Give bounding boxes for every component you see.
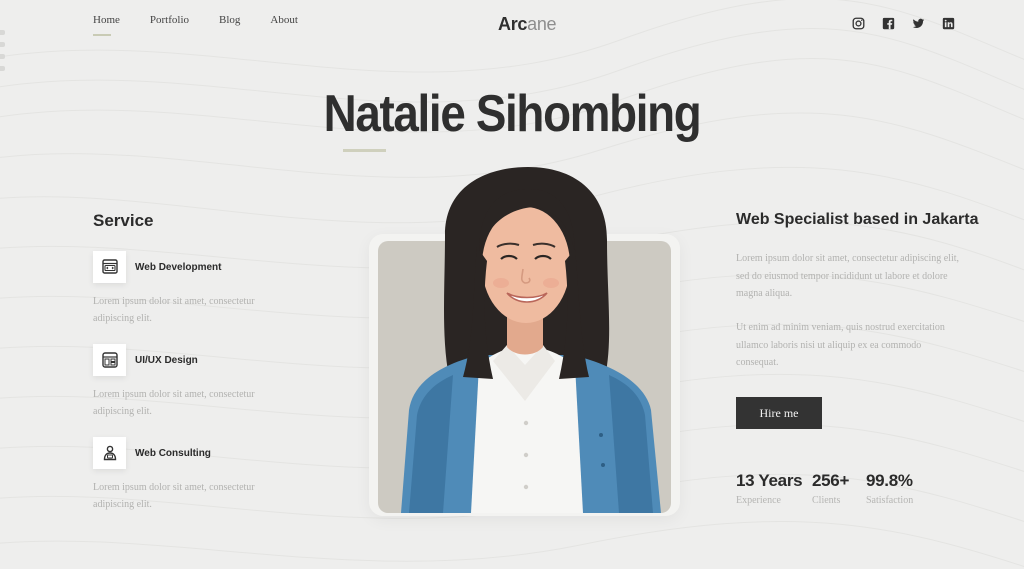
instagram-icon[interactable] bbox=[852, 17, 865, 30]
stat-value: 256+ bbox=[812, 471, 850, 490]
logo-part-2: ane bbox=[527, 14, 557, 34]
service-description: Lorem ipsum dolor sit amet, consectetur … bbox=[93, 389, 255, 417]
service-name: Web Development bbox=[135, 261, 222, 273]
nav-home[interactable]: Home bbox=[93, 14, 120, 36]
service-name: UI/UX Design bbox=[135, 354, 198, 366]
stat-satisfaction: 99.8% Satisfaction bbox=[866, 471, 913, 506]
service-description: Lorem ipsum dolor sit amet, consectetur … bbox=[93, 482, 255, 510]
service-heading: Service bbox=[93, 211, 154, 230]
main-nav: Home Portfolio Blog About bbox=[93, 14, 328, 36]
nav-about[interactable]: About bbox=[270, 14, 298, 26]
side-scroll-dots bbox=[0, 30, 6, 78]
service-item-web-development: Web Development Lorem ipsum dolor sit am… bbox=[93, 251, 273, 327]
layout-grid-icon bbox=[93, 344, 126, 376]
stat-label: Experience bbox=[736, 495, 781, 506]
service-name: Web Consulting bbox=[135, 447, 211, 459]
service-description: Lorem ipsum dolor sit amet, consectetur … bbox=[93, 296, 255, 324]
site-logo[interactable]: Arcane bbox=[498, 14, 557, 35]
linkedin-icon[interactable] bbox=[942, 17, 955, 30]
twitter-icon[interactable] bbox=[912, 17, 925, 30]
social-links bbox=[852, 17, 955, 30]
hero-name-title: Natalie Sihombing bbox=[323, 85, 702, 143]
about-paragraph-1: Lorem ipsum dolor sit amet, consectetur … bbox=[736, 253, 960, 299]
facebook-icon[interactable] bbox=[882, 17, 895, 30]
stat-value: 13 Years bbox=[736, 471, 803, 490]
logo-part-1: Arc bbox=[498, 14, 528, 34]
title-underline bbox=[343, 149, 386, 152]
stat-label: Clients bbox=[812, 495, 841, 506]
about-paragraph-2: Ut enim ad minim veniam, quis nostrud ex… bbox=[736, 322, 945, 368]
user-consult-icon bbox=[93, 437, 126, 469]
portrait-photo bbox=[401, 167, 661, 513]
nav-portfolio[interactable]: Portfolio bbox=[150, 14, 189, 26]
stat-clients: 256+ Clients bbox=[812, 471, 849, 506]
about-heading: Web Specialist based in Jakarta bbox=[736, 211, 979, 228]
service-item-uiux-design: UI/UX Design Lorem ipsum dolor sit amet,… bbox=[93, 344, 273, 420]
service-item-web-consulting: Web Consulting Lorem ipsum dolor sit ame… bbox=[93, 437, 273, 513]
nav-blog[interactable]: Blog bbox=[219, 14, 240, 26]
stat-label: Satisfaction bbox=[866, 495, 914, 506]
stat-experience: 13 Years Experience bbox=[736, 471, 803, 506]
hire-me-button[interactable]: Hire me bbox=[736, 397, 822, 429]
stat-value: 99.8% bbox=[866, 471, 913, 490]
code-window-icon bbox=[93, 251, 126, 283]
